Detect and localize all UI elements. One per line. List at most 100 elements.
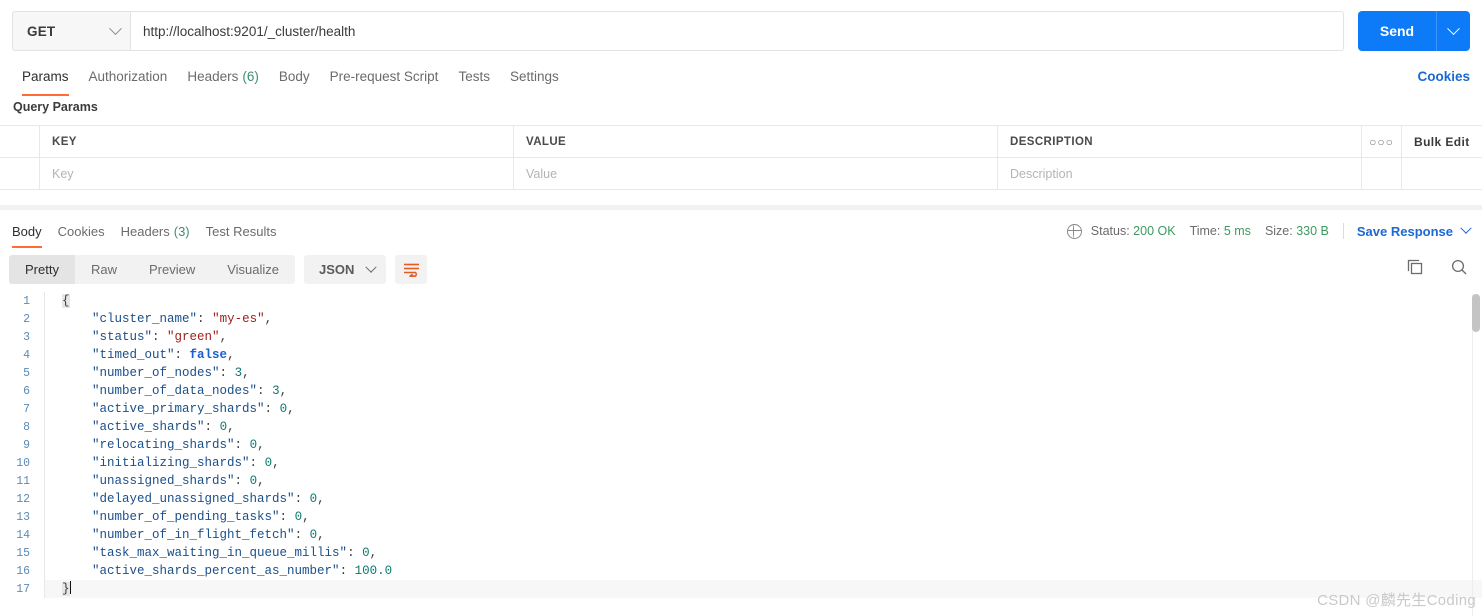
code-line-content: "number_of_nodes": 3,	[44, 364, 1482, 382]
select-all-checkbox-cell[interactable]	[0, 126, 40, 157]
code-line: 8 "active_shards": 0,	[0, 418, 1482, 436]
row-checkbox-cell[interactable]	[0, 158, 40, 189]
content-type-select[interactable]: JSON	[304, 255, 387, 284]
code-token: ,	[287, 402, 295, 416]
tab-tests[interactable]: Tests	[448, 58, 500, 94]
response-body-scrollbar[interactable]	[1472, 294, 1480, 616]
line-number: 15	[16, 546, 30, 560]
code-line: 9 "relocating_shards": 0,	[0, 436, 1482, 454]
code-token: ,	[227, 420, 235, 434]
response-tab-cookies[interactable]: Cookies	[50, 215, 113, 247]
code-token: 0	[249, 438, 258, 452]
url-text: http://localhost:9201/_cluster/health	[143, 23, 356, 39]
code-token: "task_max_waiting_in_queue_millis"	[92, 546, 348, 560]
tab-label: Tests	[458, 68, 490, 84]
send-button[interactable]: Send	[1358, 11, 1436, 51]
tab-label: Settings	[509, 68, 559, 84]
code-line: 16 "active_shards_percent_as_number": 10…	[0, 562, 1482, 580]
param-value-input[interactable]: Value	[514, 158, 998, 189]
code-token: false	[189, 348, 228, 362]
code-token: :	[279, 510, 295, 524]
code-line-content: "task_max_waiting_in_queue_millis": 0,	[44, 544, 1482, 562]
response-tab-headers[interactable]: Headers (3)	[113, 215, 198, 247]
chevron-down-icon	[365, 261, 378, 273]
code-token: "active_shards_percent_as_number"	[92, 564, 340, 578]
code-line: 12 "delayed_unassigned_shards": 0,	[0, 490, 1482, 508]
bulk-edit-button[interactable]: Bulk Edit	[1402, 126, 1482, 157]
code-line: 6 "number_of_data_nodes": 3,	[0, 382, 1482, 400]
code-token: "my-es"	[212, 312, 265, 326]
line-number: 16	[16, 564, 30, 578]
code-token: ,	[257, 438, 265, 452]
code-line-content: "active_primary_shards": 0,	[44, 400, 1482, 418]
code-line-content: "timed_out": false,	[44, 346, 1482, 364]
param-description-input[interactable]: Description	[998, 158, 1362, 189]
tab-pre-request-script[interactable]: Pre-request Script	[320, 58, 449, 94]
format-pretty-button[interactable]: Pretty	[9, 255, 75, 284]
tab-params[interactable]: Params	[12, 58, 79, 96]
code-line: 13 "number_of_pending_tasks": 0,	[0, 508, 1482, 526]
code-line: 4 "timed_out": false,	[0, 346, 1482, 364]
code-token: 100.0	[354, 564, 393, 578]
panel-divider[interactable]	[0, 205, 1482, 210]
code-token: "timed_out"	[92, 348, 175, 362]
code-token: "delayed_unassigned_shards"	[92, 492, 295, 506]
table-options-button[interactable]: ○○○	[1362, 126, 1402, 157]
send-options-button[interactable]	[1436, 11, 1470, 51]
copy-button[interactable]	[1406, 258, 1424, 281]
code-token: "number_of_data_nodes"	[92, 384, 258, 398]
row-options-cell	[1362, 158, 1402, 189]
code-line: 11 "unassigned_shards": 0,	[0, 472, 1482, 490]
save-response-button[interactable]: Save Response	[1357, 224, 1453, 239]
url-input[interactable]: http://localhost:9201/_cluster/health	[130, 11, 1344, 51]
tab-label: Body	[278, 68, 310, 84]
code-line-content: "relocating_shards": 0,	[44, 436, 1482, 454]
watermark-text: CSDN @麟先生Coding	[1317, 592, 1476, 609]
send-button-group: Send	[1358, 11, 1470, 51]
format-visualize-button[interactable]: Visualize	[211, 255, 295, 284]
save-response-options-button[interactable]	[1460, 222, 1472, 238]
tab-count: (6)	[242, 68, 259, 84]
code-token: "active_primary_shards"	[92, 402, 265, 416]
code-token: "number_of_in_flight_fetch"	[92, 528, 295, 542]
row-spacer-cell	[1402, 158, 1482, 189]
param-key-input[interactable]: Key	[40, 158, 514, 189]
line-number: 14	[16, 528, 30, 542]
cookies-link[interactable]: Cookies	[1417, 69, 1470, 84]
tab-body[interactable]: Body	[269, 58, 320, 94]
tab-label: Params	[22, 68, 69, 84]
tab-settings[interactable]: Settings	[500, 58, 569, 94]
line-number: 1	[23, 294, 30, 308]
format-preview-button[interactable]: Preview	[133, 255, 211, 284]
http-method-select[interactable]: GET	[12, 11, 130, 51]
code-token: "active_shards"	[92, 420, 205, 434]
response-body-viewer[interactable]: 1{2 "cluster_name": "my-es", 3 "status": …	[0, 292, 1482, 616]
status-badge: Status: 200 OK	[1091, 224, 1176, 238]
scrollbar-thumb[interactable]	[1472, 294, 1480, 332]
word-wrap-toggle[interactable]	[395, 255, 428, 284]
tab-headers[interactable]: Headers (6)	[177, 58, 269, 94]
code-line-content: "status": "green",	[44, 328, 1482, 346]
bulk-edit-label: Bulk Edit	[1414, 134, 1470, 149]
code-token: "green"	[167, 330, 220, 344]
response-tab-body[interactable]: Body	[12, 215, 50, 248]
format-raw-button[interactable]: Raw	[75, 255, 133, 284]
code-token: "status"	[92, 330, 153, 344]
line-number: 9	[23, 438, 30, 452]
code-token: :	[152, 330, 168, 344]
code-token: "relocating_shards"	[92, 438, 235, 452]
tab-authorization[interactable]: Authorization	[79, 58, 178, 94]
line-number: 7	[23, 402, 30, 416]
line-number: 13	[16, 510, 30, 524]
column-header-description: DESCRIPTION	[998, 126, 1362, 157]
search-button[interactable]	[1450, 258, 1468, 281]
time-badge: Time: 5 ms	[1190, 224, 1251, 238]
response-tab-test-results[interactable]: Test Results	[198, 215, 285, 247]
